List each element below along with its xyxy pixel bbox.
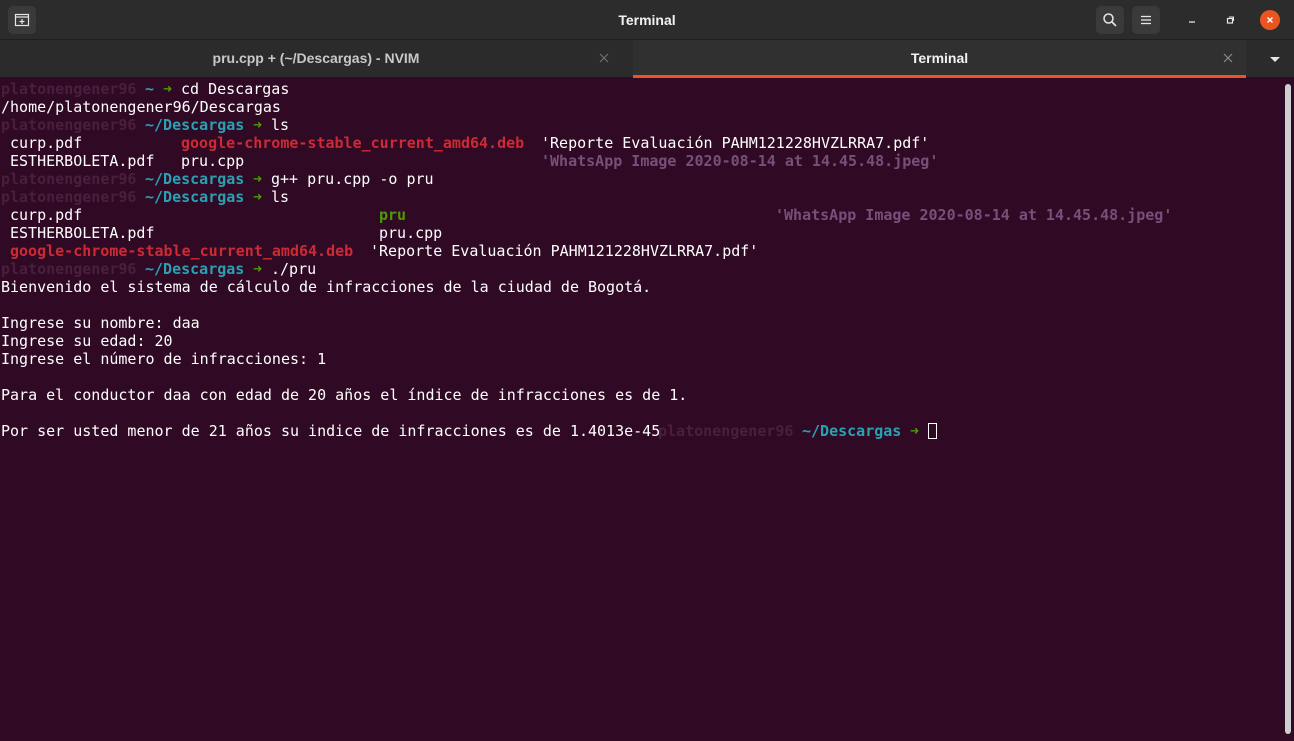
file-entry: google-chrome-stable_current_amd64.deb xyxy=(10,242,354,260)
tab-label: pru.cpp + (~/Descargas) - NVIM xyxy=(212,50,420,66)
output-text: Bienvenido el sistema de cálculo de infr… xyxy=(1,278,652,296)
terminal-line: curp.pdf pru 'WhatsApp Image 2020-08-14 … xyxy=(1,206,1172,224)
command-text: ./pru xyxy=(271,260,317,278)
output-text: Ingrese su edad: 20 xyxy=(1,332,173,350)
command-text: ls xyxy=(271,116,290,134)
close-icon[interactable] xyxy=(1222,52,1234,64)
terminal-line: platonengener96 ~/Descargas ➜ g++ pru.cp… xyxy=(1,170,434,188)
prompt-arrow: ➜ xyxy=(163,80,173,98)
menu-button[interactable] xyxy=(1132,6,1160,34)
file-entry: curp.pdf xyxy=(10,206,83,224)
terminal-line: ESTHERBOLETA.pdf pru.cpp xyxy=(1,224,442,242)
close-icon xyxy=(1267,17,1273,23)
prompt-path: ~/Descargas xyxy=(145,260,245,278)
file-entry: 'WhatsApp Image 2020-08-14 at 14.45.48.j… xyxy=(775,206,1173,224)
output-text: /home/platonengener96/Descargas xyxy=(1,98,281,116)
search-icon xyxy=(1103,13,1117,27)
text-cursor xyxy=(928,423,937,439)
new-tab-icon xyxy=(14,13,30,27)
file-entry: google-chrome-stable_current_amd64.deb xyxy=(181,134,525,152)
vertical-scrollbar[interactable] xyxy=(1282,80,1294,741)
file-entry: pru xyxy=(379,206,407,224)
tab-label: Terminal xyxy=(910,50,969,66)
prompt-path: ~/Descargas xyxy=(802,422,902,440)
maximize-button[interactable] xyxy=(1220,10,1240,30)
prompt-user: platonengener96 xyxy=(1,116,137,134)
terminal-line: google-chrome-stable_current_amd64.deb '… xyxy=(1,242,758,260)
prompt-user: platonengener96 xyxy=(658,422,794,440)
minimize-button[interactable] xyxy=(1182,10,1202,30)
terminal-line: platonengener96 ~/Descargas ➜ ls xyxy=(1,188,289,206)
header-bar: Terminal xyxy=(0,0,1294,40)
terminal-line: Ingrese su edad: 20 xyxy=(1,332,173,350)
close-icon[interactable] xyxy=(598,52,610,64)
active-tab-indicator xyxy=(633,75,1246,78)
search-button[interactable] xyxy=(1096,6,1124,34)
file-entry: pru.cpp xyxy=(181,152,245,170)
terminal-line: curp.pdf google-chrome-stable_current_am… xyxy=(1,134,929,152)
prompt-user: platonengener96 xyxy=(1,80,137,98)
terminal-line: Ingrese el número de infracciones: 1 xyxy=(1,350,326,368)
file-entry: curp.pdf xyxy=(10,134,83,152)
prompt-path: ~ xyxy=(145,80,155,98)
output-text: Por ser usted menor de 21 años su indice… xyxy=(1,422,661,440)
terminal-line: Por ser usted menor de 21 años su indice… xyxy=(1,422,937,440)
terminal-line: Para el conductor daa con edad de 20 año… xyxy=(1,386,687,404)
terminal-line: ESTHERBOLETA.pdf pru.cpp 'WhatsApp Image… xyxy=(1,152,938,170)
terminal-line: Bienvenido el sistema de cálculo de infr… xyxy=(1,278,651,296)
prompt-user: platonengener96 xyxy=(1,260,137,278)
command-text: ls xyxy=(271,188,290,206)
file-entry: ESTHERBOLETA.pdf xyxy=(10,152,155,170)
terminal-window: Terminal pru.cpp + (~/Descargas) - NVIM … xyxy=(0,0,1294,741)
new-tab-button[interactable] xyxy=(8,6,36,34)
command-text: g++ pru.cpp -o pru xyxy=(271,170,434,188)
scrollbar-thumb[interactable] xyxy=(1285,84,1291,734)
tab-nvim[interactable]: pru.cpp + (~/Descargas) - NVIM xyxy=(0,40,632,78)
terminal-line: platonengener96 ~/Descargas ➜ ./pru xyxy=(1,260,316,278)
output-text: Ingrese el número de infracciones: 1 xyxy=(1,350,327,368)
prompt-arrow: ➜ xyxy=(253,116,263,134)
prompt-user: platonengener96 xyxy=(1,170,137,188)
terminal-line: platonengener96 ~ ➜ cd Descargas xyxy=(1,80,289,98)
file-entry: 'WhatsApp Image 2020-08-14 at 14.45.48.j… xyxy=(541,152,939,170)
prompt-path: ~/Descargas xyxy=(145,116,245,134)
output-text: Para el conductor daa con edad de 20 año… xyxy=(1,386,688,404)
prompt-arrow: ➜ xyxy=(910,422,920,440)
prompt-arrow: ➜ xyxy=(253,170,263,188)
output-text: Ingrese su nombre: daa xyxy=(1,314,200,332)
prompt-path: ~/Descargas xyxy=(145,188,245,206)
maximize-icon xyxy=(1226,16,1234,24)
hamburger-menu-icon xyxy=(1141,15,1151,25)
tab-bar: pru.cpp + (~/Descargas) - NVIM Terminal xyxy=(0,40,1294,78)
file-entry: pru.cpp xyxy=(379,224,443,242)
chevron-down-icon[interactable] xyxy=(1262,52,1288,66)
terminal-line: platonengener96 ~/Descargas ➜ ls xyxy=(1,116,289,134)
terminal-output[interactable]: platonengener96 ~ ➜ cd Descargas /home/p… xyxy=(0,80,1282,741)
minimize-icon xyxy=(1189,21,1195,23)
prompt-arrow: ➜ xyxy=(253,260,263,278)
prompt-arrow: ➜ xyxy=(253,188,263,206)
file-entry: 'Reporte Evaluación PAHM121228HVZLRRA7.p… xyxy=(370,242,759,260)
terminal-line: Ingrese su nombre: daa xyxy=(1,314,200,332)
prompt-user: platonengener96 xyxy=(1,188,137,206)
terminal-line: /home/platonengener96/Descargas xyxy=(1,98,281,116)
command-text: cd Descargas xyxy=(181,80,290,98)
prompt-path: ~/Descargas xyxy=(145,170,245,188)
file-entry: ESTHERBOLETA.pdf xyxy=(10,224,155,242)
tab-terminal[interactable]: Terminal xyxy=(633,40,1246,78)
close-button[interactable] xyxy=(1260,10,1280,30)
file-entry: 'Reporte Evaluación PAHM121228HVZLRRA7.p… xyxy=(541,134,930,152)
